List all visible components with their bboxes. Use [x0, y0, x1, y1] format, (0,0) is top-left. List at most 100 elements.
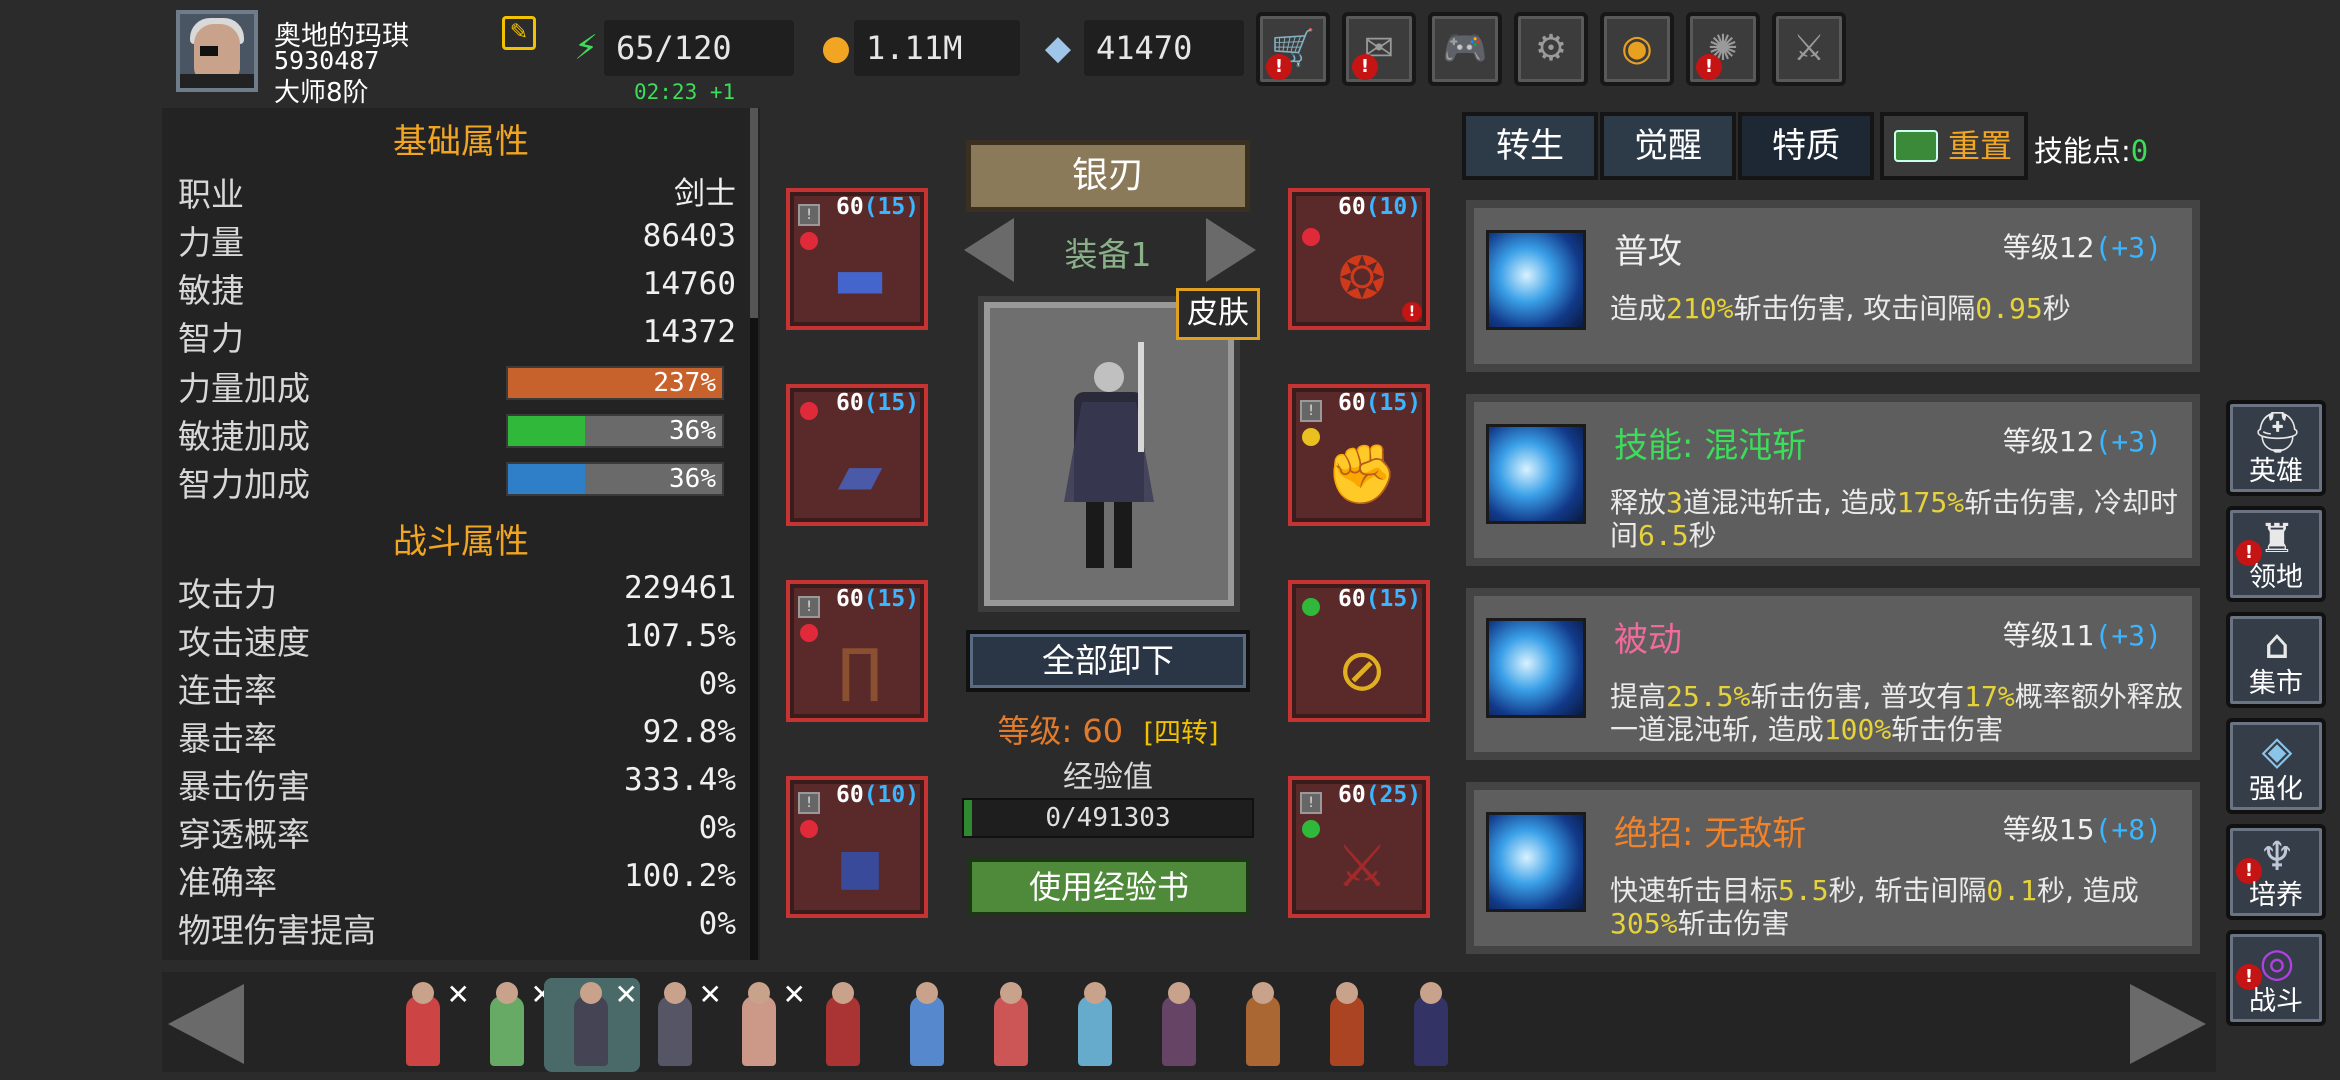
- hero-thumbnail[interactable]: [880, 978, 976, 1072]
- player-avatar[interactable]: [176, 10, 258, 92]
- prev-set-arrow-icon[interactable]: [964, 218, 1014, 282]
- stat-label: 物理伤害提高: [178, 911, 376, 950]
- exp-bar: 0/491303: [962, 798, 1254, 838]
- hero-thumbnail[interactable]: [1384, 978, 1480, 1072]
- hero-head: [1252, 982, 1274, 1004]
- skill-card[interactable]: 普攻 等级12(+3) 造成210%斩击伤害, 攻击间隔0.95秒: [1466, 200, 2200, 372]
- hero-body: [490, 996, 524, 1066]
- skill-desc-text: 提高: [1610, 680, 1667, 713]
- equip-slot-weapon[interactable]: ! 60(25) ⚔: [1288, 776, 1430, 918]
- hero-head: [412, 982, 434, 1004]
- hero-strip-prev-arrow-icon[interactable]: [168, 984, 244, 1064]
- hero-thumbnail[interactable]: [1216, 978, 1312, 1072]
- stat-value: 0%: [698, 810, 736, 846]
- lock-icon: !: [798, 204, 820, 226]
- skin-button[interactable]: 皮肤: [1176, 288, 1260, 340]
- skill-desc-highlight: 0.1: [1986, 874, 2037, 907]
- hero-head: [1168, 982, 1190, 1004]
- fireworks-button[interactable]: ✺!: [1686, 12, 1760, 86]
- hero-thumbnail[interactable]: ✕: [712, 978, 808, 1072]
- hero-thumbnail[interactable]: [1300, 978, 1396, 1072]
- skill-desc-text: 造成: [1610, 292, 1667, 325]
- hero-head: [832, 982, 854, 1004]
- skill-desc-text: 斩击伤害: [1891, 713, 2004, 746]
- sword-icon: ⚔: [1336, 832, 1388, 900]
- hero-head: [916, 982, 938, 1004]
- stat-label: 攻击力: [178, 575, 277, 614]
- equip-slot-armor[interactable]: 60(15) ▰: [786, 384, 928, 526]
- tab-traits[interactable]: 特质: [1738, 112, 1874, 180]
- stat-label: 敏捷: [178, 271, 244, 310]
- attributes-panel[interactable]: 基础属性 职业 剑士 力量 86403 敏捷 14760 智力 14372 力量…: [162, 108, 760, 960]
- equip-slot-gauntlets[interactable]: ! 60(15) ✊: [1288, 384, 1430, 526]
- unequip-all-button[interactable]: 全部卸下: [966, 630, 1250, 692]
- hero-thumbnail[interactable]: [964, 978, 1060, 1072]
- hero-thumbnail[interactable]: ✕: [376, 978, 472, 1072]
- intelligence-bonus-bar: 36%: [506, 462, 724, 496]
- skill-level: 等级12: [2002, 231, 2095, 264]
- nav-cultivate[interactable]: ♆ ! 培养: [2226, 824, 2326, 920]
- mail-button[interactable]: ✉!: [1342, 12, 1416, 86]
- nav-battle[interactable]: ◎ ! 战斗: [2226, 930, 2326, 1026]
- stat-label: 攻击速度: [178, 623, 310, 662]
- tab-awaken[interactable]: 觉醒: [1600, 112, 1736, 180]
- stat-value: 92.8%: [642, 714, 736, 750]
- skill-card[interactable]: 技能: 混沌斩 等级12(+3) 释放3道混沌斩击, 造成175%斩击伤害, 冷…: [1466, 394, 2200, 566]
- skill-desc-highlight: 25.5%: [1666, 680, 1751, 713]
- skill-desc-highlight: 5.5: [1778, 874, 1829, 907]
- gem-icon: [800, 624, 818, 642]
- nav-label: 英雄: [2249, 456, 2303, 487]
- gold-coin-icon: ●: [821, 28, 851, 68]
- hero-thumbnail[interactable]: ✕: [460, 978, 556, 1072]
- exp-label: 经验值: [1063, 760, 1153, 795]
- skill-level-bonus: (+8): [2094, 813, 2162, 846]
- tab-rebirth[interactable]: 转生: [1462, 112, 1598, 180]
- settings-button[interactable]: ⚙: [1514, 12, 1588, 86]
- equip-slot-pants[interactable]: ! 60(15) ∏: [786, 580, 928, 722]
- item-level: 60: [1338, 194, 1366, 220]
- stat-label: 连击率: [178, 671, 277, 710]
- nav-territory[interactable]: ♜ ! 领地: [2226, 506, 2326, 602]
- gamepad-button[interactable]: 🎮: [1428, 12, 1502, 86]
- amulet-icon: ⊘: [1337, 636, 1387, 704]
- skill-desc-text: 道混沌斩击, 造成: [1682, 486, 1897, 519]
- nav-enhance[interactable]: ◈ 强化: [2226, 718, 2326, 814]
- reset-button[interactable]: 重置: [1880, 112, 2028, 180]
- player-rank: 大师8阶: [274, 78, 369, 108]
- edit-name-icon[interactable]: ✎: [502, 16, 536, 50]
- hero-thumbnail[interactable]: [1048, 978, 1144, 1072]
- skill-level-bonus: (+3): [2094, 231, 2162, 264]
- item-plus: (10): [1365, 194, 1422, 220]
- hero-thumbnail[interactable]: [796, 978, 892, 1072]
- nav-hero[interactable]: ⛑ 英雄: [2226, 400, 2326, 496]
- nav-market[interactable]: ⌂ 集市: [2226, 612, 2326, 708]
- equip-slot-belt[interactable]: ! 60(15) ▬: [786, 188, 928, 330]
- lock-icon: !: [1300, 400, 1322, 422]
- hero-thumbnail[interactable]: ✕: [628, 978, 724, 1072]
- video-icon: [1894, 130, 1938, 162]
- alert-icon: !: [1402, 302, 1422, 322]
- next-set-arrow-icon[interactable]: [1206, 218, 1256, 282]
- skill-name: 普攻: [1614, 232, 1682, 272]
- skill-desc-highlight: 305%: [1610, 907, 1678, 940]
- agility-bonus-bar: 36%: [506, 414, 724, 448]
- aperture-button[interactable]: ◉: [1600, 12, 1674, 86]
- skill-card[interactable]: 绝招: 无敌斩 等级15(+8) 快速斩击目标5.5秒, 斩击间隔0.1秒, 造…: [1466, 782, 2200, 954]
- hero-head: [496, 982, 518, 1004]
- hero-head: [1000, 982, 1022, 1004]
- scroll-thumb[interactable]: [750, 108, 758, 318]
- equip-slot-amulet[interactable]: 60(15) ⊘: [1288, 580, 1430, 722]
- equip-slot-boots[interactable]: ! 60(10) ◼: [786, 776, 928, 918]
- cart-button[interactable]: 🛒!: [1256, 12, 1330, 86]
- hero-strip-next-arrow-icon[interactable]: [2130, 984, 2206, 1064]
- battle-button[interactable]: ⚔: [1772, 12, 1846, 86]
- bar-fill: [508, 464, 586, 494]
- hero-thumbnail[interactable]: ✕: [544, 978, 640, 1072]
- skill-desc-highlight: 0.95: [1975, 292, 2043, 325]
- gem-icon: [800, 402, 818, 420]
- item-plus: (15): [863, 194, 920, 220]
- hero-thumbnail[interactable]: [1132, 978, 1228, 1072]
- equip-slot-necklace[interactable]: 60(10) ❂ !: [1288, 188, 1430, 330]
- use-exp-book-button[interactable]: 使用经验书: [968, 858, 1250, 916]
- skill-card[interactable]: 被动 等级11(+3) 提高25.5%斩击伤害, 普攻有17%概率额外释放一道混…: [1466, 588, 2200, 760]
